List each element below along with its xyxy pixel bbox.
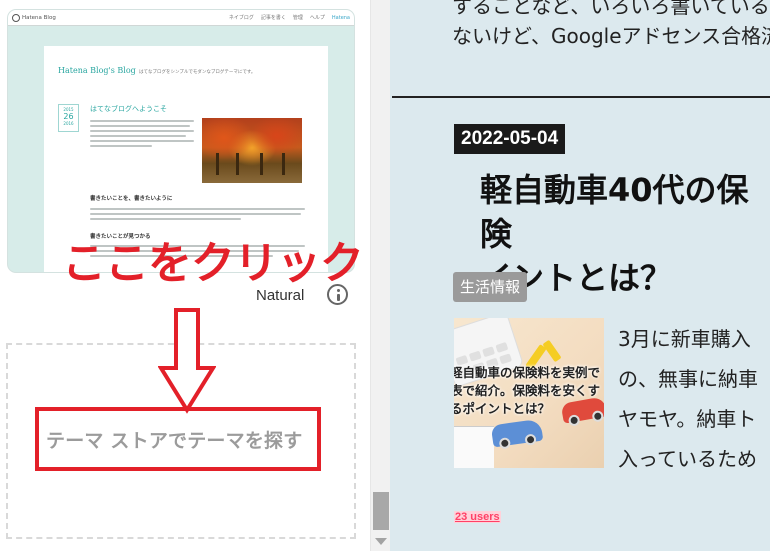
- bookmark-count-link[interactable]: 23 users: [454, 511, 501, 523]
- thumbnail-caption-line: 表で紹介。保険料を安くす: [454, 383, 601, 398]
- preview-autumn-photo: [202, 118, 302, 183]
- preview-nav-item: Hatena: [331, 14, 350, 21]
- thumbnail-caption-line: 軽自動車の保険料を実例で: [454, 365, 601, 380]
- entry-title-line: 軽自動車40代の保険: [480, 171, 749, 253]
- hatena-logo-icon: [12, 13, 20, 22]
- info-icon[interactable]: [327, 284, 348, 305]
- blue-car-image: [490, 418, 544, 450]
- preview-logo-text: Hatena Blog: [22, 14, 56, 21]
- preview-body-text: [90, 120, 194, 150]
- preview-entry-title: はてなブログへようこそ: [90, 105, 167, 113]
- scroll-down-arrow-icon[interactable]: [375, 538, 387, 545]
- entry-date-badge: 2022-05-04: [454, 124, 566, 154]
- pencil-image: [542, 339, 562, 363]
- entry-thumbnail[interactable]: 軽自動車の保険料を実例で 表で紹介。保険料を安くす るポイントとは？: [454, 318, 604, 468]
- theme-store-link[interactable]: テーマ ストアでテーマを探す: [46, 426, 302, 453]
- thumbnail-caption: 軽自動車の保険料を実例で 表で紹介。保険料を安くす るポイントとは？: [454, 364, 604, 418]
- preview-body-text: [90, 208, 305, 223]
- scrollbar-thumb[interactable]: [373, 492, 389, 530]
- previous-entry-line: ないけど、Googleアドセンス合格済: [452, 24, 770, 48]
- excerpt-line: ヤモヤ。納車ト: [618, 407, 757, 431]
- vertical-scrollbar[interactable]: [370, 0, 390, 551]
- excerpt-line: 入っているため: [618, 447, 757, 471]
- preview-subheading: 書きたいことを、書きたいように: [90, 196, 173, 202]
- theme-name-label: Natural: [256, 287, 305, 304]
- paper-image: [454, 426, 494, 468]
- entry-divider: [392, 96, 770, 98]
- preview-nav-item: 管理: [292, 15, 303, 21]
- previous-entry-text: することなど、いろいろ書いている結 ないけど、Googleアドセンス合格済: [452, 0, 770, 51]
- click-here-annotation: ここをクリック: [62, 238, 364, 289]
- previous-entry-line: することなど、いろいろ書いている結: [452, 0, 770, 18]
- excerpt-line: 3月に新車購入: [618, 327, 751, 351]
- preview-nav: ネイブログ 記事を書く 管理 ヘルプ Hatena: [228, 14, 350, 22]
- preview-nav-item: 記事を書く: [260, 15, 286, 21]
- preview-logo: Hatena Blog: [12, 13, 56, 22]
- preview-topbar: Hatena Blog ネイブログ 記事を書く 管理 ヘルプ Hatena: [8, 10, 354, 26]
- entry-excerpt: 3月に新車購入 の、無事に納車 ヤモヤ。納車ト 入っているため: [618, 319, 758, 479]
- preview-date-day: 26: [63, 112, 74, 121]
- theme-panel: Hatena Blog ネイブログ 記事を書く 管理 ヘルプ Hatena Ha…: [0, 0, 370, 551]
- preview-blog-title: Hatena Blog's Blog: [58, 66, 136, 75]
- preview-nav-item: ヘルプ: [309, 15, 325, 21]
- preview-nav-item: ネイブログ: [228, 15, 254, 21]
- excerpt-line: の、無事に納車: [618, 367, 758, 391]
- category-tag[interactable]: 生活情報: [453, 272, 528, 302]
- thumbnail-caption-line: るポイントとは？: [454, 401, 551, 416]
- blog-preview: することなど、いろいろ書いている結 ないけど、Googleアドセンス合格済 20…: [390, 0, 770, 551]
- preview-date-box: 2015 26 2016: [58, 104, 79, 132]
- theme-preview-card[interactable]: Hatena Blog ネイブログ 記事を書く 管理 ヘルプ Hatena Ha…: [8, 10, 354, 272]
- preview-date-month: 2016: [63, 121, 74, 126]
- down-arrow-annotation-icon: [158, 308, 216, 414]
- preview-tagline: はてなブログをシンプルでモダンなブログテーマにです。: [139, 70, 256, 75]
